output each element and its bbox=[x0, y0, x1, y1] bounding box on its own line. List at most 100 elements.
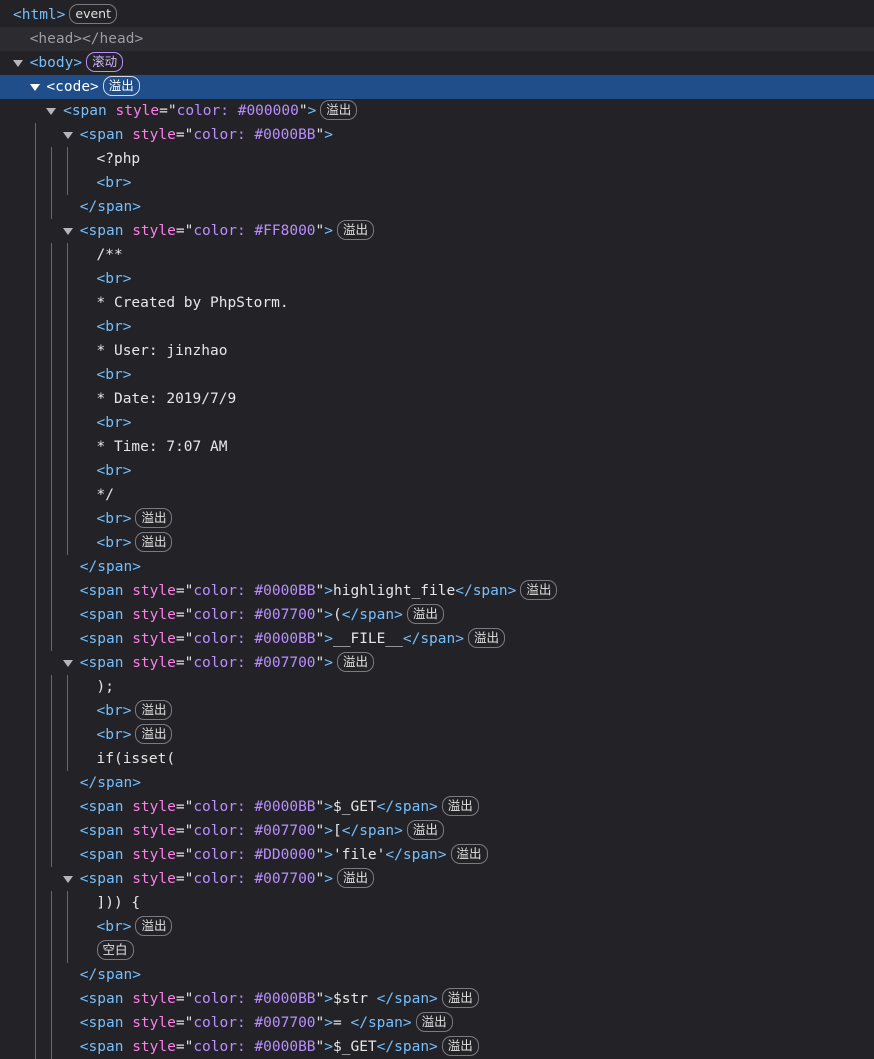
markup-node-row[interactable]: <br> bbox=[0, 363, 874, 387]
markup-node-row[interactable]: * Created by PhpStorm. bbox=[0, 291, 874, 315]
overflow-badge[interactable]: 溢出 bbox=[441, 988, 479, 1008]
overflow-badge[interactable]: 溢出 bbox=[135, 916, 173, 936]
overflow-badge[interactable]: 溢出 bbox=[406, 820, 444, 840]
attribute-value[interactable]: color: #0000BB bbox=[193, 991, 315, 1007]
attribute-name[interactable]: style bbox=[132, 607, 176, 623]
markup-node-row[interactable]: <br> 溢出 bbox=[0, 507, 874, 531]
markup-node-row[interactable]: /** bbox=[0, 243, 874, 267]
attribute-name[interactable]: style bbox=[132, 223, 176, 239]
attribute-name[interactable]: style bbox=[132, 1039, 176, 1055]
markup-node-row[interactable]: <br> bbox=[0, 411, 874, 435]
attribute-name[interactable]: style bbox=[115, 103, 159, 119]
attribute-name[interactable]: style bbox=[132, 655, 176, 671]
scroll-badge[interactable]: 滚动 bbox=[86, 52, 124, 72]
overflow-badge[interactable]: 溢出 bbox=[520, 580, 558, 600]
overflow-badge[interactable]: 溢出 bbox=[337, 868, 375, 888]
markup-node-row[interactable]: ])) { bbox=[0, 891, 874, 915]
markup-node-row[interactable]: </span> bbox=[0, 963, 874, 987]
attribute-value[interactable]: color: #0000BB bbox=[193, 631, 315, 647]
markup-node-row[interactable]: </span> bbox=[0, 195, 874, 219]
attribute-value[interactable]: color: #0000BB bbox=[193, 1039, 315, 1055]
attribute-name[interactable]: style bbox=[132, 871, 176, 887]
markup-node-row[interactable]: * Time: 7:07 AM bbox=[0, 435, 874, 459]
overflow-badge[interactable]: 溢出 bbox=[406, 604, 444, 624]
markup-node-row[interactable]: <body> 滚动 bbox=[0, 51, 874, 75]
attribute-value[interactable]: color: #007700 bbox=[193, 607, 315, 623]
attribute-value[interactable]: color: #0000BB bbox=[193, 583, 315, 599]
markup-node-row[interactable]: <span style="color: #007700">(</span> 溢出 bbox=[0, 603, 874, 627]
markup-node-row[interactable]: <br> 溢出 bbox=[0, 723, 874, 747]
markup-node-row[interactable]: ); bbox=[0, 675, 874, 699]
overflow-badge[interactable]: 溢出 bbox=[102, 76, 140, 96]
attribute-name[interactable]: style bbox=[132, 631, 176, 647]
markup-node-row[interactable]: <span style="color: #007700">[</span> 溢出 bbox=[0, 819, 874, 843]
overflow-badge[interactable]: 溢出 bbox=[135, 532, 173, 552]
markup-node-row[interactable]: */ bbox=[0, 483, 874, 507]
whitespace-badge[interactable]: 空白 bbox=[96, 940, 134, 960]
markup-node-row[interactable]: if(isset( bbox=[0, 747, 874, 771]
overflow-badge[interactable]: 溢出 bbox=[450, 844, 488, 864]
overflow-badge[interactable]: 溢出 bbox=[135, 724, 173, 744]
expand-chevron-down-icon[interactable] bbox=[29, 84, 40, 91]
markup-node-row[interactable]: <br> 溢出 bbox=[0, 531, 874, 555]
markup-node-row[interactable]: <span style="color: #0000BB">$_GET</span… bbox=[0, 1035, 874, 1059]
overflow-badge[interactable]: 溢出 bbox=[441, 796, 479, 816]
overflow-badge[interactable]: 溢出 bbox=[337, 220, 375, 240]
overflow-badge[interactable]: 溢出 bbox=[467, 628, 505, 648]
expand-chevron-down-icon[interactable] bbox=[63, 876, 74, 883]
markup-node-row[interactable]: <span style="color: #DD0000">'file'</spa… bbox=[0, 843, 874, 867]
markup-node-row[interactable]: * Date: 2019/7/9 bbox=[0, 387, 874, 411]
overflow-badge[interactable]: 溢出 bbox=[135, 700, 173, 720]
attribute-value[interactable]: color: #DD0000 bbox=[193, 847, 315, 863]
markup-node-row[interactable]: <html> event bbox=[0, 3, 874, 27]
markup-node-row[interactable]: <br> bbox=[0, 459, 874, 483]
attribute-name[interactable]: style bbox=[132, 127, 176, 143]
attribute-value[interactable]: color: #007700 bbox=[193, 655, 315, 671]
markup-node-row[interactable]: <span style="color: #007700">= </span> 溢出 bbox=[0, 1011, 874, 1035]
markup-node-row[interactable]: <span style="color: #0000BB"> bbox=[0, 123, 874, 147]
attribute-value[interactable]: color: #0000BB bbox=[193, 799, 315, 815]
inspector-markup-tree[interactable]: <html> event <head></head> <body> 滚动 <code> 溢出… bbox=[0, 0, 874, 1059]
overflow-badge[interactable]: 溢出 bbox=[337, 652, 375, 672]
attribute-value[interactable]: color: #007700 bbox=[193, 823, 315, 839]
overflow-badge[interactable]: 溢出 bbox=[320, 100, 358, 120]
markup-node-row[interactable]: <br> bbox=[0, 267, 874, 291]
attribute-name[interactable]: style bbox=[132, 583, 176, 599]
markup-node-row[interactable]: * User: jinzhao bbox=[0, 339, 874, 363]
attribute-value[interactable]: color: #FF8000 bbox=[193, 223, 315, 239]
expand-chevron-down-icon[interactable] bbox=[63, 228, 74, 235]
attribute-name[interactable]: style bbox=[132, 847, 176, 863]
markup-node-row[interactable]: <span style="color: #0000BB">__FILE__</s… bbox=[0, 627, 874, 651]
markup-node-row[interactable]: <code> 溢出 bbox=[0, 75, 874, 99]
overflow-badge[interactable]: 溢出 bbox=[441, 1036, 479, 1056]
event-badge[interactable]: event bbox=[69, 4, 117, 24]
markup-node-row[interactable]: <span style="color: #007700"> 溢出 bbox=[0, 651, 874, 675]
expand-chevron-down-icon[interactable] bbox=[63, 660, 74, 667]
attribute-name[interactable]: style bbox=[132, 991, 176, 1007]
markup-node-row[interactable]: <span style="color: #0000BB">$_GET</span… bbox=[0, 795, 874, 819]
markup-node-row[interactable]: <?php bbox=[0, 147, 874, 171]
markup-node-row[interactable]: <br> bbox=[0, 171, 874, 195]
markup-node-row[interactable]: <span style="color: #FF8000"> 溢出 bbox=[0, 219, 874, 243]
markup-node-row[interactable]: <head></head> bbox=[0, 27, 874, 51]
markup-node-row[interactable]: <span style="color: #0000BB">$str </span… bbox=[0, 987, 874, 1011]
markup-node-row[interactable]: <br> 溢出 bbox=[0, 699, 874, 723]
attribute-value[interactable]: color: #007700 bbox=[193, 871, 315, 887]
markup-node-row[interactable]: 空白 bbox=[0, 939, 874, 963]
expand-chevron-down-icon[interactable] bbox=[13, 60, 23, 67]
markup-node-row[interactable]: <span style="color: #000000"> 溢出 bbox=[0, 99, 874, 123]
expand-chevron-down-icon[interactable] bbox=[63, 132, 74, 139]
markup-node-row[interactable]: <span style="color: #0000BB">highlight_f… bbox=[0, 579, 874, 603]
attribute-name[interactable]: style bbox=[132, 1015, 176, 1031]
expand-chevron-down-icon[interactable] bbox=[46, 108, 57, 115]
overflow-badge[interactable]: 溢出 bbox=[415, 1012, 453, 1032]
markup-node-row[interactable]: <span style="color: #007700"> 溢出 bbox=[0, 867, 874, 891]
attribute-value[interactable]: color: #000000 bbox=[177, 103, 299, 119]
attribute-name[interactable]: style bbox=[132, 823, 176, 839]
overflow-badge[interactable]: 溢出 bbox=[135, 508, 173, 528]
markup-node-row[interactable]: <br> bbox=[0, 315, 874, 339]
markup-node-row[interactable]: </span> bbox=[0, 555, 874, 579]
markup-node-row[interactable]: </span> bbox=[0, 771, 874, 795]
attribute-name[interactable]: style bbox=[132, 799, 176, 815]
attribute-value[interactable]: color: #007700 bbox=[193, 1015, 315, 1031]
